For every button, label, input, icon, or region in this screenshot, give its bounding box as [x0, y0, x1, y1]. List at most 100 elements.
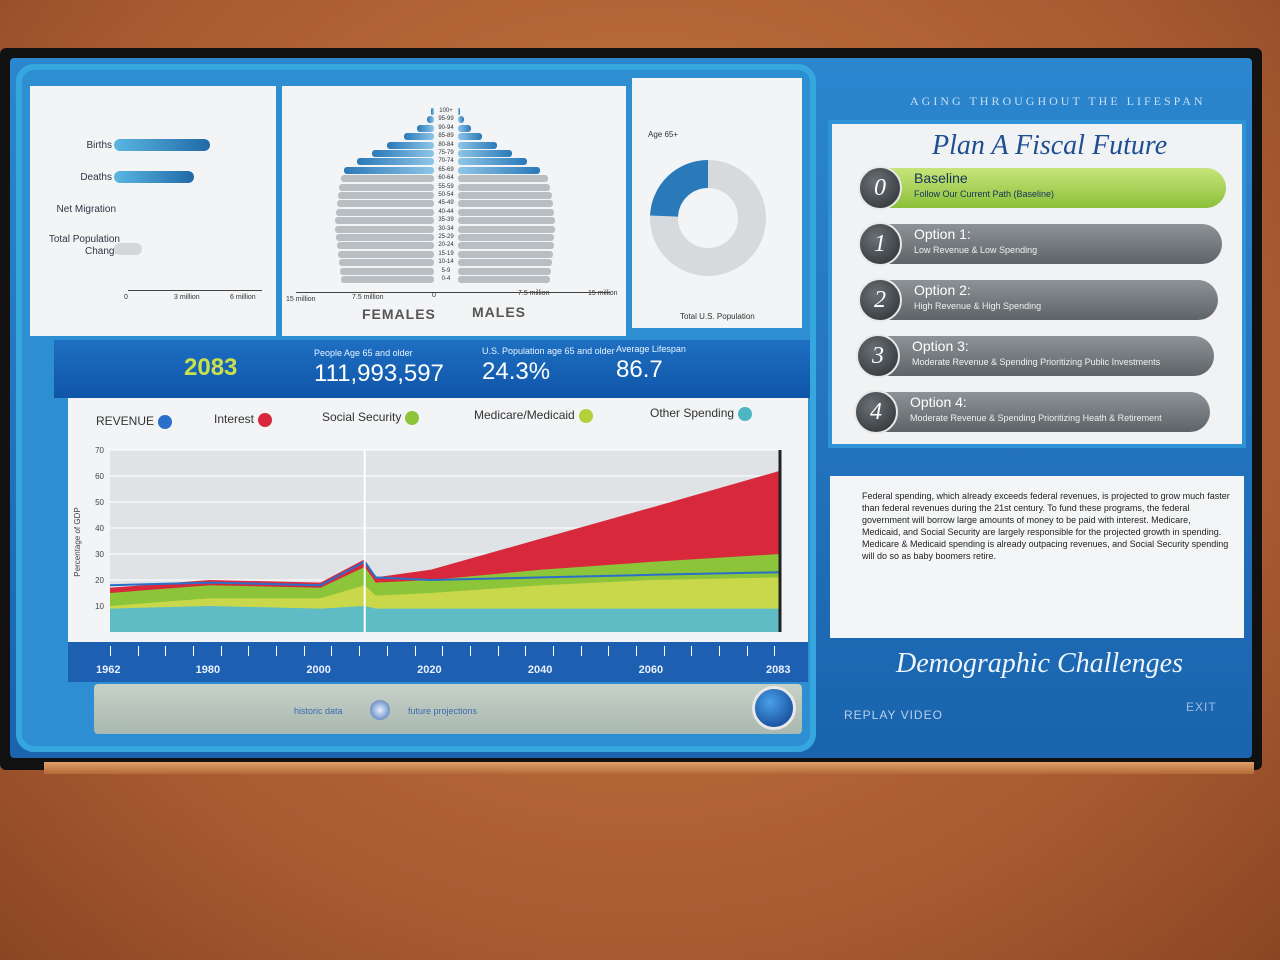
timeline-tick	[663, 646, 665, 656]
legend-revenue: REVENUE	[96, 414, 173, 429]
vitals-panel: Births Deaths Net Migration Total Popula…	[30, 86, 276, 336]
y-tick-label: 50	[95, 498, 104, 507]
option-2-button[interactable]: 2 Option 2: High Revenue & High Spending	[858, 278, 1218, 322]
option-1-title: Option 1:	[914, 226, 971, 242]
pyramid-female-bar	[404, 133, 434, 141]
option-3-button[interactable]: 3 Option 3: Moderate Revenue & Spending …	[856, 334, 1214, 378]
pyramid-axis	[296, 292, 610, 293]
legend-ss-dot	[405, 410, 420, 425]
year-readout: 2083	[184, 354, 238, 381]
legend-social-security: Social Security	[322, 410, 420, 425]
vitals-tick-6m: 6 million	[230, 294, 256, 301]
pyramid-age-label: 5-9	[441, 267, 451, 274]
donut-chart	[650, 160, 766, 276]
pyr-tick-right-7m: 7.5 million	[518, 290, 550, 297]
vitals-tick-3m: 3 million	[174, 294, 200, 301]
pyr-tick-right-15m: 15 million	[588, 290, 618, 297]
lifespan-label: Average Lifespan	[616, 344, 686, 354]
legend-revenue-label: REVENUE	[96, 414, 155, 428]
pyramid-age-label: 35-39	[438, 217, 454, 224]
timeline-tick	[691, 646, 693, 656]
pyramid-female-bar	[337, 250, 434, 258]
pyramid-age-label: 65-69	[438, 166, 454, 173]
pyramid-female-bar	[336, 234, 434, 241]
timeline-tick	[525, 646, 527, 656]
pyramid-male-bar	[458, 200, 554, 208]
pyramid-female-bar	[340, 276, 434, 283]
option-0-title: Baseline	[914, 170, 968, 186]
legend-other: Other Spending	[650, 406, 753, 421]
pyramid-female-bar	[336, 208, 434, 216]
pyramid-male-bar	[458, 183, 551, 191]
timeline-tick	[414, 646, 416, 656]
pyr-tick-left-7m: 7.5 million	[352, 294, 384, 301]
timeline-tick	[608, 646, 610, 656]
section-title: Demographic Challenges	[896, 648, 1183, 679]
option-3-title: Option 3:	[912, 338, 969, 354]
pyramid-age-label: 40-44	[438, 208, 454, 215]
pyramid-female-bar	[337, 192, 434, 199]
timeline-tick	[248, 646, 250, 656]
timeline-tick	[165, 646, 167, 656]
pyramid-age-label: 100+	[439, 108, 453, 114]
option-baseline-button[interactable]: 0 Baseline Follow Our Current Path (Base…	[858, 166, 1226, 210]
timeline-tick	[719, 646, 721, 656]
option-4-button[interactable]: 4 Option 4: Moderate Revenue & Spending …	[854, 390, 1210, 434]
replay-video-button[interactable]: REPLAY VIDEO	[844, 708, 943, 722]
option-2-sub: High Revenue & High Spending	[914, 301, 1042, 311]
y-tick-label: 30	[95, 550, 104, 559]
timeline-tick	[220, 646, 222, 656]
scrubber-track[interactable]: historic data future projections	[94, 684, 802, 734]
option-2-number: 2	[858, 278, 902, 322]
play-knob-button[interactable]	[752, 686, 796, 730]
legend-medicare: Medicare/Medicaid	[474, 408, 593, 423]
males-label: MALES	[472, 304, 526, 320]
pyramid-female-bar	[387, 141, 434, 149]
x-tick-label: 2083	[766, 664, 791, 676]
exit-button[interactable]: EXIT	[1186, 700, 1217, 714]
timeline-tick	[497, 646, 499, 656]
historic-data-label: historic data	[294, 706, 343, 716]
x-tick-label: 2000	[306, 664, 331, 676]
pyramid-male-bar	[458, 158, 528, 166]
y-tick-label: 10	[95, 602, 104, 611]
people-65-value: 111,993,597	[314, 360, 444, 387]
timeline-tick	[276, 646, 278, 656]
pyramid-age-label: 60-64	[438, 175, 454, 182]
pyramid-female-bar	[335, 217, 434, 225]
x-tick-label: 1962	[96, 664, 121, 676]
pyramid-female-bar	[339, 267, 434, 275]
pyramid-female-bar	[344, 166, 434, 174]
pyramid-age-label: 95-99	[438, 116, 454, 123]
lifespan-value: 86.7	[616, 356, 663, 383]
pct-65-label: U.S. Population age 65 and older	[482, 346, 615, 356]
pyramid-male-bar	[458, 276, 551, 283]
scrubber-handle[interactable]	[370, 700, 390, 720]
pyramid-female-bar	[336, 242, 434, 250]
donut-panel: Age 65+ Total U.S. Population	[632, 78, 802, 328]
timeline-tick	[469, 646, 471, 656]
y-tick-label: 40	[95, 524, 104, 533]
option-4-sub: Moderate Revenue & Spending Prioritizing…	[910, 413, 1162, 423]
area-chart: 70 60 50 40 30 20 10 Percentage of GDP	[73, 446, 782, 632]
population-pyramid: 15 million 7.5 million 0 7.5 million 15 …	[282, 86, 626, 336]
timeline-tick	[774, 646, 776, 656]
year-timeline[interactable]: 1962 1980 2000 2020 2040 2060 2083	[68, 642, 808, 682]
pyramid-age-label: 55-59	[438, 183, 454, 190]
vital-label-total-change: Total Population Change	[48, 234, 120, 257]
vitals-tick-0: 0	[124, 294, 128, 301]
future-projections-label: future projections	[408, 706, 478, 716]
timeline-tick	[303, 646, 305, 656]
pyramid-female-bar	[357, 158, 434, 166]
deaths-bar	[114, 171, 195, 183]
pct-65-value: 24.3%	[482, 358, 551, 385]
donut-arc-65plus	[650, 160, 709, 218]
option-1-button[interactable]: 1 Option 1: Low Revenue & Low Spending	[858, 222, 1222, 266]
pyramid-age-label: 70-74	[438, 158, 454, 165]
x-tick-label: 1980	[195, 664, 221, 676]
area-other-spending	[110, 606, 780, 632]
option-4-title: Option 4:	[910, 394, 967, 410]
donut-label-total: Total U.S. Population	[680, 312, 755, 321]
pyramid-male-bar	[458, 267, 552, 275]
option-0-number: 0	[858, 166, 902, 210]
